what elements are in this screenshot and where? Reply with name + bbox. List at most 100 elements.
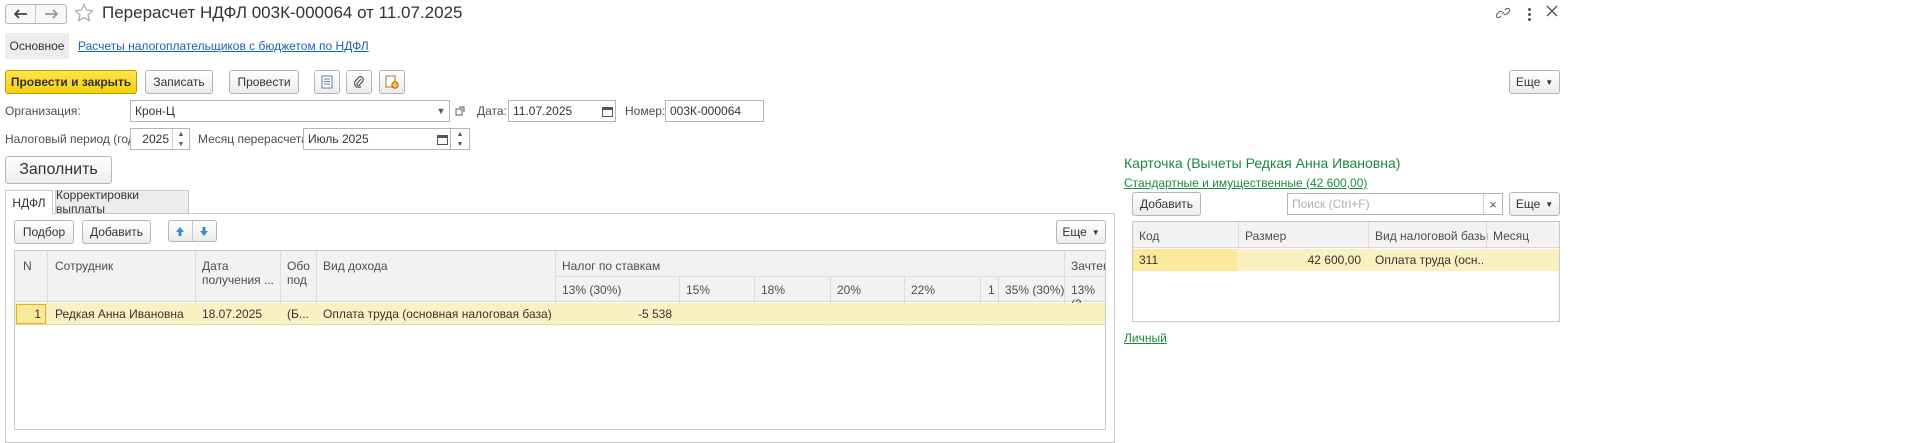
chevron-down-icon: ▼ [436,106,446,116]
calendar-icon [601,106,613,117]
row-tax13: -5 538 [637,307,672,321]
report-button[interactable] [314,70,340,94]
window-title: Перерасчет НДФЛ 003К-000064 от 11.07.202… [102,3,463,22]
row-number: 1 [34,307,41,321]
number-field[interactable]: 003К-000064 [665,100,764,122]
attach-button[interactable] [346,70,372,94]
card-more-button[interactable]: Еще ▼ [1509,192,1560,216]
forward-button[interactable] [36,5,66,23]
card-row-size: 42 600,00 [1307,253,1361,267]
org-dropdown-button[interactable]: ▼ [433,100,450,122]
org-label: Организация: [5,104,81,118]
spin-down-icon: ▼ [177,140,185,148]
arrow-right-icon [45,9,58,19]
col-size: Размер [1245,229,1287,243]
col-rate-13: 13% (30%) [562,283,622,297]
tab-ndfl-label: НДФЛ [12,195,46,210]
card-title: Карточка (Вычеты Редкая Анна Ивановна) [1124,155,1401,171]
clear-icon: × [1489,196,1497,212]
org-open-button[interactable] [452,100,468,122]
chevron-down-icon: ▼ [1545,77,1554,87]
standard-deductions-link[interactable]: Стандартные и имущественные (42 600,00) [1124,176,1367,190]
col-credited: Зачтен [1071,259,1106,273]
period-value: 2025 [142,132,169,146]
col-rate-20: 20% [837,283,862,297]
month-spinner[interactable]: ▲ ▼ [451,128,470,150]
number-value: 003К-000064 [670,104,742,118]
add-row-button[interactable]: Добавить [82,220,151,244]
col-code: Код [1139,229,1160,243]
spin-up-icon: ▲ [177,130,185,138]
month-field[interactable]: Июль 2025 [303,128,451,150]
card-add-button[interactable]: Добавить [1132,192,1201,216]
col-rate-22: 22% [911,283,936,297]
close-button[interactable] [1546,5,1560,21]
col-obo-1: Обо [287,259,310,273]
number-label: Номер: [625,104,666,118]
spin-down-icon: ▼ [456,140,464,148]
month-calendar-button[interactable] [434,129,450,149]
more-label: Еще [1515,197,1541,211]
col-obo-2: под [287,273,307,287]
post-and-close-button[interactable]: Провести и закрыть [5,70,137,94]
more-button-top[interactable]: Еще ▼ [1509,70,1560,94]
card-row-code: 311 [1139,253,1159,267]
structure-button[interactable] [379,70,405,94]
tab-main[interactable]: Основное [5,33,69,59]
col-date-1: Дата [202,259,229,273]
col-date-2: получения ... [202,273,274,287]
card-row-base: Оплата труда (осн... [1375,253,1483,267]
col-n: N [23,259,32,273]
card-search-input[interactable]: Поиск (Ctrl+F) [1287,193,1503,215]
col-income-type: Вид дохода [323,259,388,273]
paperclip-icon [353,76,364,88]
nav-buttons-group [5,4,67,24]
more-button-table[interactable]: Еще ▼ [1056,220,1106,244]
move-down-button[interactable] [193,221,216,241]
post-button[interactable]: Провести [229,70,299,94]
date-label: Дата: [477,104,507,118]
row-obo: (Б... [287,307,309,321]
pick-button[interactable]: Подбор [14,220,74,244]
col-tax-rates: Налог по ставкам [562,259,661,273]
more-label: Еще [1515,75,1541,89]
spin-up-icon: ▲ [456,130,464,138]
org-field[interactable]: Крон-Ц [130,100,450,122]
document-clock-icon [385,75,399,89]
col-rate-15: 15% [686,283,711,297]
document-list-icon [321,75,333,89]
period-label: Налоговый период (год): [5,132,143,146]
col-employee: Сотрудник [55,259,114,273]
favorite-button[interactable] [74,3,96,25]
chevron-down-icon: ▼ [1545,199,1554,209]
search-placeholder: Поиск (Ctrl+F) [1292,197,1370,211]
star-icon [74,3,94,22]
kebab-menu-icon [1527,7,1531,21]
card-table: Код Размер Вид налоговой базы Месяц 311 … [1132,221,1560,322]
back-button[interactable] [6,5,36,23]
tab-payment-adjustments[interactable]: Корректировки выплаты [55,188,189,216]
date-calendar-button[interactable] [599,101,615,121]
save-button[interactable]: Записать [145,70,213,94]
col-rate-35: 35% (30%) [1005,283,1065,297]
table-row[interactable]: 1 Редкая Анна Ивановна 18.07.2025 (Б... … [15,303,1105,325]
move-up-button[interactable] [169,221,193,241]
fill-button[interactable]: Заполнить [5,156,112,184]
date-value: 11.07.2025 [513,104,573,118]
row-number-cell[interactable]: 1 [16,304,46,324]
settlements-link[interactable]: Расчеты налогоплательщиков с бюджетом по… [78,39,369,53]
arrow-left-icon [13,9,27,19]
tab-ndfl[interactable]: НДФЛ [5,190,53,214]
menu-button[interactable] [1522,6,1536,22]
col-base: Вид налоговой базы [1375,229,1489,243]
link-button[interactable] [1495,6,1512,22]
move-buttons-group [168,220,217,242]
personal-link[interactable]: Личный [1124,331,1167,345]
col-month: Месяц [1493,229,1530,243]
period-spinner[interactable]: ▲ ▼ [172,129,189,149]
table-row[interactable]: 311 42 600,00 Оплата труда (осн... [1133,249,1559,271]
calendar-icon [436,134,448,145]
row-income: Оплата труда (основная налоговая база) [323,307,552,321]
open-window-icon [455,106,465,116]
search-clear-button[interactable]: × [1483,194,1502,214]
